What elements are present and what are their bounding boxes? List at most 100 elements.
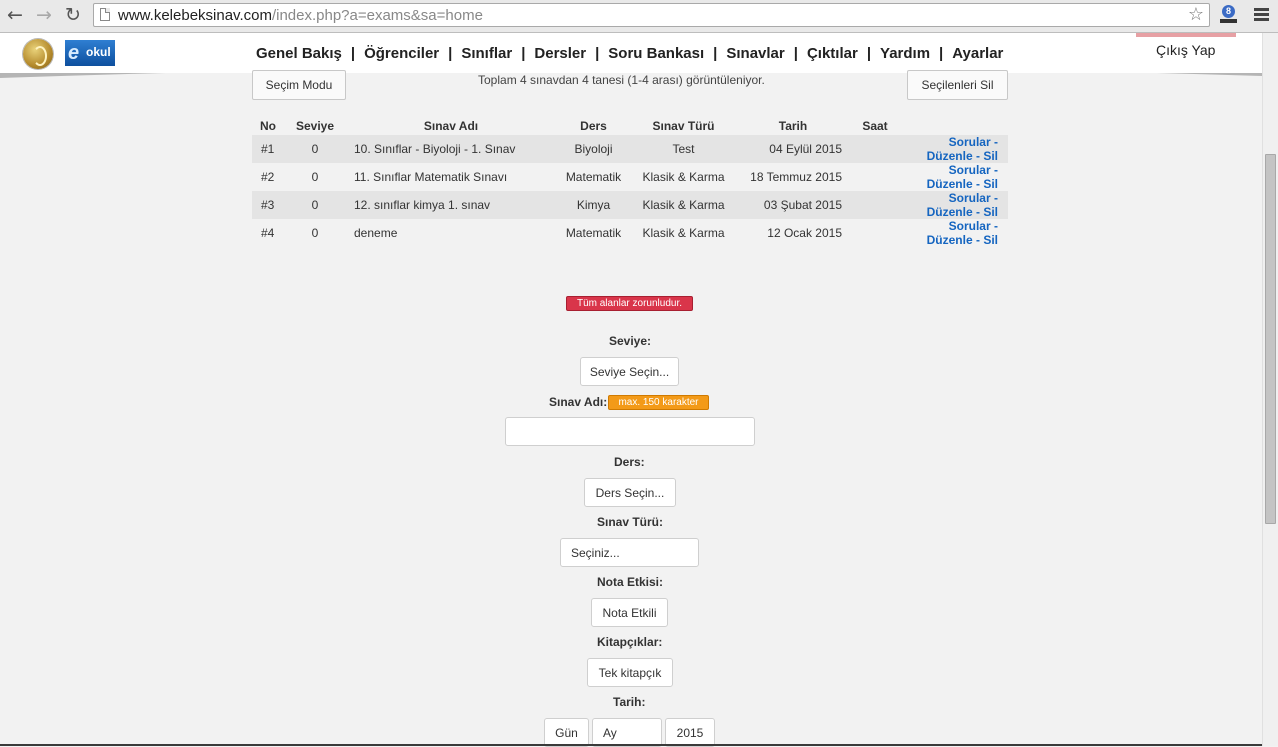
delete-selected-button[interactable]: Seçilenleri Sil (907, 70, 1008, 100)
nav-classes[interactable]: Sınıflar (461, 45, 512, 62)
eokul-logo[interactable]: e okul (65, 40, 115, 66)
cell-no: #4 (261, 226, 275, 240)
nav-settings[interactable]: Ayarlar (952, 45, 1003, 62)
grade-effect-label: Nota Etkisi: (597, 575, 664, 589)
row-actions: Sorular - Düzenle - Sil (900, 219, 1008, 247)
questions-link[interactable]: Sorular (949, 135, 991, 149)
url-host: www.kelebeksinav.com (118, 7, 272, 24)
delete-link[interactable]: Sil (983, 149, 998, 163)
cell-level: 0 (284, 135, 346, 163)
results-summary: Toplam 4 sınavdan 4 tanesi (1-4 arası) g… (478, 73, 765, 87)
row-actions: Sorular - Düzenle - Sil (900, 163, 1008, 191)
col-level: Seviye (295, 118, 335, 133)
site-header: e okul Genel Bakış | Öğrenciler | Sınıflar | D… (0, 33, 1278, 73)
table-header-row: No Seviye Sınav Adı Ders Sınav Türü Tari… (252, 116, 1008, 135)
nav-separator: | (521, 45, 526, 62)
nav-question-bank[interactable]: Soru Bankası (608, 45, 704, 62)
cell-course: Matematik (565, 226, 622, 240)
logout-accent-bar (1136, 33, 1236, 37)
col-time: Saat (862, 118, 888, 133)
nav-separator: | (939, 45, 944, 62)
cell-level: 0 (311, 170, 319, 184)
page-scrollbar[interactable] (1262, 33, 1278, 746)
grade-effect-select[interactable]: Nota Etkili (591, 598, 668, 627)
day-select[interactable]: Gün (544, 718, 589, 747)
nav-help[interactable]: Yardım (880, 45, 930, 62)
nav-outputs[interactable]: Çıktılar (807, 45, 858, 62)
exam-name-input[interactable] (505, 417, 755, 446)
row-actions: Sorular - Düzenle - Sil (900, 191, 1008, 219)
scrollbar-thumb[interactable] (1265, 154, 1276, 524)
eokul-e-icon: e (68, 42, 80, 64)
cell-course: Biyoloji (556, 135, 631, 163)
nav-courses[interactable]: Dersler (534, 45, 586, 62)
reload-icon[interactable]: ↻ (62, 4, 84, 26)
edit-link[interactable]: Düzenle (927, 149, 973, 163)
edit-link[interactable]: Düzenle (927, 233, 973, 247)
action-separator: - (972, 177, 984, 191)
table-row[interactable]: #4 0 deneme Matematik Klasik & Karma 12 … (252, 219, 1008, 247)
nav-separator: | (713, 45, 718, 62)
delete-link[interactable]: Sil (983, 233, 998, 247)
page-icon (100, 8, 110, 21)
browser-toolbar: ← → ↻ www.kelebeksinav.com/index.php?a=e… (0, 0, 1278, 33)
url-text: www.kelebeksinav.com/index.php?a=exams&s… (118, 7, 483, 24)
nav-students[interactable]: Öğrenciler (364, 45, 439, 62)
questions-link[interactable]: Sorular (949, 191, 991, 205)
cell-exam-type: Klasik & Karma (642, 226, 725, 240)
cell-level: 0 (311, 226, 319, 240)
cell-exam-type: Klasik & Karma (642, 170, 725, 184)
col-exam-type: Sınav Türü (652, 118, 715, 133)
nav-separator: | (350, 45, 356, 62)
action-separator: - (990, 191, 998, 205)
edit-link[interactable]: Düzenle (927, 205, 973, 219)
cell-no: #2 (261, 170, 275, 184)
cell-exam-name: 10. Sınıflar - Biyoloji - 1. Sınav (346, 135, 556, 163)
table-row[interactable]: #1 0 10. Sınıflar - Biyoloji - 1. Sınav … (252, 135, 1008, 163)
logout-link[interactable]: Çıkış Yap (1156, 42, 1215, 58)
year-select[interactable]: 2015 (665, 718, 715, 747)
bookmark-star-icon[interactable]: ☆ (1188, 5, 1204, 25)
col-date: Tarih (778, 118, 808, 133)
month-select[interactable]: Ay (592, 718, 662, 747)
delete-link[interactable]: Sil (983, 205, 998, 219)
forward-arrow-icon[interactable]: → (33, 4, 55, 26)
cell-course: Kimya (556, 191, 631, 219)
action-separator: - (990, 135, 998, 149)
col-exam-name: Sınav Adı (423, 118, 479, 133)
table-row[interactable]: #3 0 12. sınıflar kimya 1. sınav Kimya K… (252, 191, 1008, 219)
col-no: No (260, 118, 276, 133)
extension-icon[interactable]: 8 (1220, 5, 1237, 25)
back-arrow-icon[interactable]: ← (4, 4, 26, 26)
action-separator: - (972, 205, 984, 219)
cell-exam-name: 12. sınıflar kimya 1. sınav (346, 191, 556, 219)
exam-type-label: Sınav Türü: (597, 515, 664, 529)
course-select[interactable]: Ders Seçin... (584, 478, 676, 507)
booklets-select[interactable]: Tek kitapçık (587, 658, 673, 687)
questions-link[interactable]: Sorular (949, 219, 991, 233)
level-label: Seviye: (609, 334, 652, 348)
exam-type-select[interactable]: Seçiniz... (560, 538, 699, 567)
nav-separator: | (866, 45, 872, 62)
edit-link[interactable]: Düzenle (927, 177, 973, 191)
cell-date: 03 Şubat 2015 (736, 191, 850, 219)
cell-exam-name: 11. Sınıflar Matematik Sınavı (354, 170, 508, 184)
delete-link[interactable]: Sil (983, 177, 998, 191)
eokul-logo-text: okul (86, 45, 111, 59)
nav-exams[interactable]: Sınavlar (726, 45, 784, 62)
cell-time (850, 163, 900, 191)
browser-menu-icon[interactable] (1254, 8, 1269, 22)
site-logo[interactable] (23, 39, 53, 69)
nav-overview[interactable]: Genel Bakış (256, 45, 342, 62)
cell-date: 04 Eylül 2015 (736, 135, 850, 163)
course-label: Ders: (614, 455, 645, 469)
max-length-badge: max. 150 karakter (608, 395, 709, 410)
level-select[interactable]: Seviye Seçin... (580, 357, 679, 386)
cell-no: #1 (252, 135, 284, 163)
cell-exam-type: Klasik & Karma (631, 191, 736, 219)
select-mode-button[interactable]: Seçim Modu (252, 70, 346, 100)
address-bar[interactable]: www.kelebeksinav.com/index.php?a=exams&s… (93, 3, 1210, 27)
questions-link[interactable]: Sorular (949, 163, 991, 177)
table-row[interactable]: #2 0 11. Sınıflar Matematik Sınavı Matem… (252, 163, 1008, 191)
cell-time (850, 219, 900, 247)
